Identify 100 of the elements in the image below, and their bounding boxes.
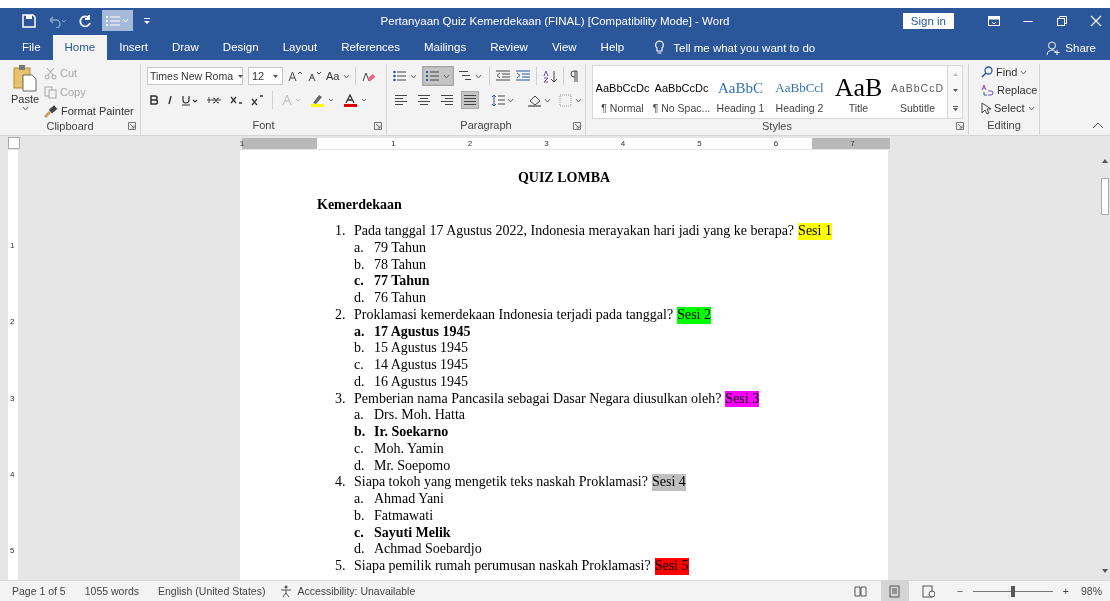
strikethrough-icon[interactable] <box>207 95 221 105</box>
ribbon-tab[interactable]: Review <box>478 35 540 60</box>
change-case-button[interactable]: Aa <box>326 70 350 82</box>
answer-option: Mr. Soepomo <box>374 457 451 475</box>
repeat-icon[interactable] <box>78 13 92 28</box>
ribbon-tab[interactable]: Layout <box>270 35 330 60</box>
multilevel-list-icon[interactable] <box>459 70 483 82</box>
more-icon[interactable] <box>951 105 959 113</box>
paintbrush-icon[interactable] <box>44 104 58 118</box>
dialog-launcher-icon[interactable] <box>956 122 964 130</box>
lightbulb-icon[interactable] <box>654 40 666 55</box>
person-icon[interactable] <box>1046 40 1061 55</box>
word-count[interactable]: 1055 words <box>84 585 139 597</box>
shrink-font-icon[interactable] <box>307 70 321 82</box>
page-count[interactable]: Page 1 of 5 <box>12 585 66 597</box>
highlighter-icon[interactable] <box>311 93 335 107</box>
line-spacing-icon[interactable] <box>492 93 514 107</box>
font-name-field[interactable]: Times New Roma <box>147 67 243 85</box>
collapse-ribbon-icon[interactable] <box>1092 122 1104 129</box>
style-option[interactable]: AaBbCcDc ¶ No Spac... <box>652 66 711 118</box>
pointer-icon[interactable] <box>981 101 991 115</box>
dialog-launcher-icon[interactable] <box>573 122 581 130</box>
find-button[interactable]: Find <box>981 64 1038 80</box>
ribbon-tab[interactable]: Help <box>588 35 637 60</box>
superscript-icon[interactable] <box>251 94 263 106</box>
replace-button[interactable]: Replace <box>981 82 1038 98</box>
dropdown-icon[interactable] <box>272 73 279 79</box>
pilcrow-icon[interactable] <box>570 70 579 82</box>
scroll-thumb[interactable] <box>1101 178 1109 215</box>
caret-icon[interactable] <box>1027 105 1035 111</box>
option-letter: a. <box>354 239 365 257</box>
search-icon[interactable] <box>981 66 993 78</box>
answer-option: 76 Tahun <box>374 290 427 307</box>
save-icon[interactable] <box>22 13 36 28</box>
group-label: Editing <box>987 118 1021 133</box>
italic-icon[interactable] <box>167 95 173 105</box>
increase-indent-icon[interactable] <box>516 70 530 82</box>
scroll-down-icon[interactable] <box>1101 568 1109 574</box>
group-label: Font <box>252 118 275 133</box>
tell-me-field[interactable]: Tell me what you want to do <box>673 41 816 54</box>
align-right-icon[interactable] <box>439 92 455 108</box>
clipboard-icon[interactable] <box>12 64 38 92</box>
align-left-icon[interactable] <box>393 92 409 108</box>
ribbon-tab[interactable]: Draw <box>160 35 211 60</box>
ribbon-tab[interactable]: Design <box>210 35 271 60</box>
window-title: Pertanyaan Quiz Kemerdekaan (FINAL) [Compatibility Mode] - Word <box>380 14 730 27</box>
subscript-icon[interactable] <box>230 94 242 106</box>
grow-font-icon[interactable] <box>288 70 302 82</box>
zoom-in-button[interactable]: + <box>1062 585 1069 597</box>
caret-icon[interactable] <box>342 73 350 79</box>
restore-icon[interactable] <box>1056 15 1068 26</box>
print-view-button[interactable] <box>880 581 909 601</box>
document-title: QUIZ LOMBA <box>516 169 612 186</box>
paste-button[interactable]: Paste <box>6 64 44 119</box>
ribbon-tab[interactable]: View <box>539 35 589 60</box>
bold-icon[interactable] <box>150 95 158 105</box>
shading-icon[interactable] <box>528 93 552 107</box>
share-button[interactable]: Share <box>1046 35 1110 60</box>
scroll-up-icon[interactable] <box>1101 158 1109 164</box>
ribbon-display-icon[interactable] <box>988 15 1000 26</box>
customize-icon[interactable] <box>143 16 151 25</box>
sort-icon[interactable] <box>543 69 557 83</box>
dropdown-icon[interactable] <box>237 73 245 79</box>
font-size-field[interactable]: 12 <box>248 67 283 85</box>
ribbon-tab[interactable]: File <box>10 35 53 60</box>
zoom-percent[interactable]: 98% <box>1081 585 1102 597</box>
format-painter-button[interactable]: Format Painter <box>44 103 134 119</box>
align-center-icon[interactable] <box>416 92 432 108</box>
select-button[interactable]: Select <box>981 100 1038 116</box>
bullet-list-icon[interactable] <box>393 70 417 82</box>
ribbon-tab[interactable]: Mailings <box>412 35 479 60</box>
ribbon-tab[interactable]: Insert <box>107 35 160 60</box>
accessibility-status[interactable]: Accessibility: Unavailable <box>297 585 416 597</box>
dialog-launcher-icon[interactable] <box>374 122 382 130</box>
close-icon[interactable] <box>1090 14 1102 27</box>
ribbon-tab[interactable]: References <box>329 35 412 60</box>
undo-icon[interactable] <box>46 13 68 28</box>
align-justify-icon[interactable] <box>462 92 478 108</box>
style-option[interactable]: AaBbC Heading 1 <box>711 66 770 118</box>
caret-icon[interactable] <box>1020 69 1028 75</box>
sign-in-button[interactable]: Sign in <box>902 12 954 29</box>
decrease-indent-icon[interactable] <box>496 70 510 82</box>
language-status[interactable]: English (United States) <box>158 585 266 597</box>
web-view-icon[interactable] <box>922 584 936 598</box>
zoom-out-button[interactable]: − <box>956 585 963 597</box>
replace-icon[interactable] <box>981 83 994 97</box>
dialog-launcher-icon[interactable] <box>128 122 136 130</box>
read-view-icon[interactable] <box>854 584 868 598</box>
numbered-list-icon[interactable] <box>423 67 453 85</box>
font-color-icon[interactable] <box>344 93 368 107</box>
option-letter: c. <box>354 524 365 542</box>
style-option[interactable]: AaBbCcD Subtitle <box>888 66 947 118</box>
underline-icon[interactable] <box>182 94 198 106</box>
scroll-down-icon[interactable] <box>951 88 959 94</box>
style-option[interactable]: AaB Title <box>829 66 888 118</box>
ribbon-tab[interactable]: Home <box>52 35 108 60</box>
option-letter: b. <box>354 507 366 525</box>
style-option[interactable]: AaBbCcDc ¶ Normal <box>593 66 652 118</box>
caret-icon[interactable] <box>21 106 29 111</box>
style-option[interactable]: AaBbCcl Heading 2 <box>770 66 829 118</box>
